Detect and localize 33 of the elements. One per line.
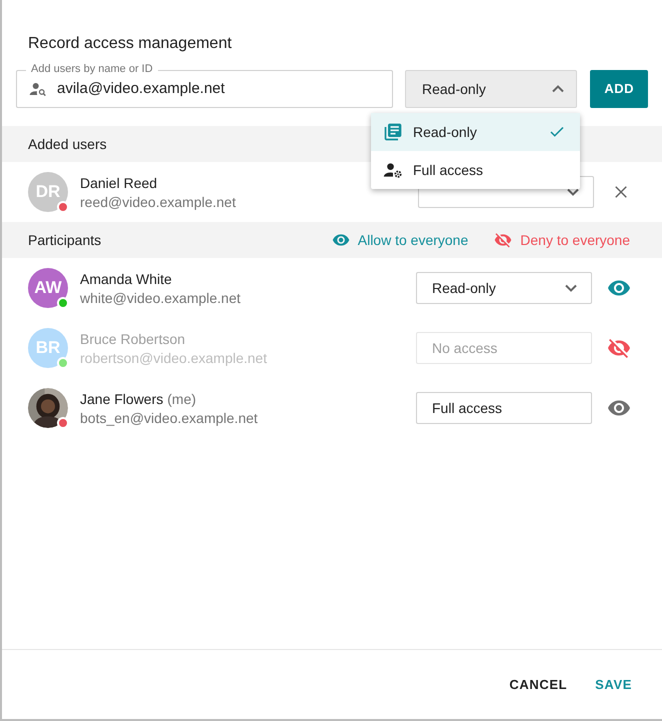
person-search-icon bbox=[29, 80, 47, 98]
list-icon bbox=[383, 122, 403, 142]
add-button[interactable]: ADD bbox=[590, 70, 648, 108]
access-select[interactable]: Full access bbox=[416, 392, 592, 424]
user-name: Daniel Reed bbox=[80, 174, 158, 193]
eye-off-icon bbox=[494, 231, 512, 249]
eye-off-icon bbox=[607, 336, 631, 360]
avatar: BR bbox=[28, 328, 68, 368]
user-name: Jane Flowers bbox=[80, 390, 164, 409]
menu-item[interactable]: Read-only bbox=[371, 113, 580, 151]
menu-item[interactable]: Full access bbox=[371, 151, 580, 189]
user-email: bots_en@video.example.net bbox=[80, 409, 259, 427]
access-select[interactable]: Read-only bbox=[405, 70, 578, 108]
user-name: Amanda White bbox=[80, 270, 172, 289]
menu-item-label: Read-only bbox=[413, 122, 478, 142]
user-name: Bruce Robertson bbox=[80, 330, 186, 349]
chevron-icon bbox=[552, 85, 564, 93]
section-header: Participants bbox=[28, 230, 102, 250]
chevron-icon bbox=[567, 188, 579, 196]
menu-item-label: Full access bbox=[413, 160, 484, 180]
me-label: (me) bbox=[167, 390, 196, 409]
chevron-icon bbox=[565, 284, 577, 292]
avatar: AW bbox=[28, 268, 68, 308]
dialog-title: Record access management bbox=[27, 34, 233, 54]
field-value: avila@video.example.net bbox=[57, 78, 225, 99]
user-email: reed@video.example.net bbox=[80, 193, 237, 211]
access-select[interactable]: Read-only bbox=[416, 272, 592, 304]
field-label: Add users by name or ID bbox=[26, 62, 158, 76]
save-button[interactable]: SAVE bbox=[595, 674, 632, 694]
user-email: white@video.example.net bbox=[80, 289, 242, 307]
user-email: robertson@video.example.net bbox=[80, 349, 268, 367]
cancel-button[interactable]: CANCEL bbox=[509, 674, 568, 694]
section-header: Added users bbox=[28, 134, 107, 154]
